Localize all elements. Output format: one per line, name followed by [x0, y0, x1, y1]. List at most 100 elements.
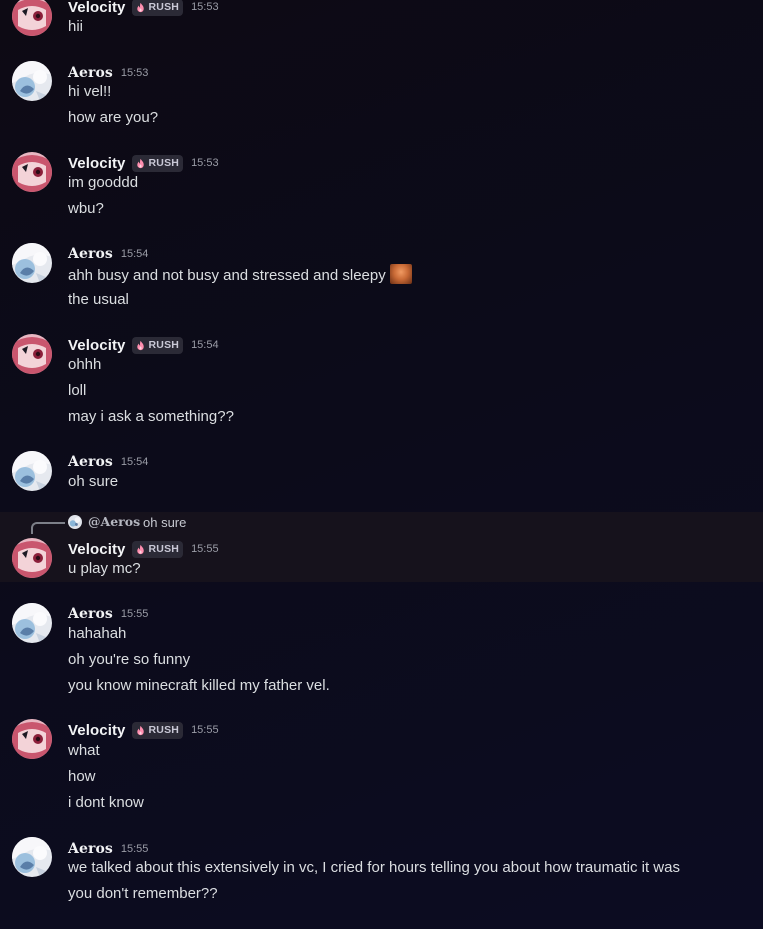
message-text: how are you? [68, 108, 158, 128]
message-text: im gooddd [68, 173, 138, 193]
message-text: i dont know [68, 793, 144, 813]
message-header: Aeros 15:53 [68, 63, 148, 83]
message-content: i dont know [68, 794, 144, 811]
username[interactable]: Aeros [68, 841, 113, 857]
message-header: Velocity RUSH 15:53 [68, 0, 219, 17]
server-tag-badge[interactable]: RUSH [131, 336, 184, 354]
message-header: Velocity RUSH 15:55 [68, 539, 219, 559]
server-tag-text: RUSH [148, 724, 180, 736]
velocity-avatar[interactable] [12, 0, 52, 36]
message-content: ahh busy and not busy and stressed and s… [68, 267, 386, 284]
message-text: u play mc? [68, 559, 141, 579]
message-header: Velocity RUSH 15:53 [68, 153, 219, 173]
username[interactable]: Velocity [68, 337, 126, 354]
username[interactable]: Velocity [68, 0, 126, 16]
flame-icon [135, 725, 146, 736]
message-header: Aeros 15:54 [68, 452, 148, 472]
message-text: ohhh [68, 355, 101, 375]
username[interactable]: Velocity [68, 541, 126, 558]
server-tag-badge[interactable]: RUSH [131, 154, 184, 172]
reply-preview-text[interactable]: oh sure [143, 515, 186, 530]
message-text: loll [68, 381, 86, 401]
message-content: what [68, 742, 100, 759]
timestamp[interactable]: 15:53 [191, 1, 219, 13]
username[interactable]: Velocity [68, 722, 126, 739]
message-content: wbu? [68, 200, 104, 217]
aeros-avatar[interactable] [12, 61, 52, 101]
message-text: may i ask a something?? [68, 407, 234, 427]
message-content: hahahah [68, 625, 127, 642]
message-header: Velocity RUSH 15:54 [68, 335, 219, 355]
username[interactable]: Aeros [68, 454, 113, 470]
message-text: how [68, 767, 96, 787]
message-text: wbu? [68, 199, 104, 219]
message-header: Velocity RUSH 15:55 [68, 720, 219, 740]
aeros-avatar[interactable] [12, 243, 52, 283]
timestamp[interactable]: 15:54 [191, 339, 219, 351]
velocity-avatar[interactable] [12, 538, 52, 578]
velocity-avatar[interactable] [12, 334, 52, 374]
message-text: hii [68, 17, 83, 37]
server-tag-badge[interactable]: RUSH [131, 540, 184, 558]
server-tag-badge[interactable]: RUSH [131, 0, 184, 16]
message-content: how [68, 768, 96, 785]
timestamp[interactable]: 15:54 [121, 248, 149, 260]
aeros-avatar[interactable] [12, 837, 52, 877]
message-text: what [68, 741, 100, 761]
message-header: Aeros 15:54 [68, 244, 148, 264]
flame-icon [135, 544, 146, 555]
message-text: hi vel!! [68, 82, 111, 102]
velocity-avatar[interactable] [12, 152, 52, 192]
message-text: we talked about this extensively in vc, … [68, 858, 680, 878]
message-text: you know minecraft killed my father vel. [68, 676, 330, 696]
reply-avatar[interactable] [68, 515, 82, 529]
aeros-avatar[interactable] [12, 603, 52, 643]
message-header: Aeros 15:55 [68, 839, 148, 859]
username[interactable]: Aeros [68, 246, 113, 262]
message-content: oh sure [68, 473, 119, 490]
server-tag-text: RUSH [148, 157, 180, 169]
reply-mention[interactable]: @Aeros [88, 514, 140, 529]
server-tag-text: RUSH [148, 339, 180, 351]
message-content: you know minecraft killed my father vel. [68, 677, 330, 694]
message-text: oh you're so funny [68, 650, 190, 670]
username[interactable]: Aeros [68, 65, 113, 81]
message-content: may i ask a something?? [68, 408, 234, 425]
message-content: hii [68, 18, 84, 35]
flame-icon [135, 340, 146, 351]
velocity-avatar[interactable] [12, 719, 52, 759]
username[interactable]: Velocity [68, 155, 126, 172]
reply-connector-icon [31, 522, 65, 534]
timestamp[interactable]: 15:55 [121, 608, 149, 620]
aeros-avatar[interactable] [12, 451, 52, 491]
message-text: hahahah [68, 624, 126, 644]
message-text: you don't remember?? [68, 884, 218, 904]
flame-icon [135, 2, 146, 13]
message-content: im gooddd [68, 174, 139, 191]
message-text: the usual [68, 290, 129, 310]
message-header: Aeros 15:55 [68, 604, 148, 624]
message-content: hi vel!! [68, 83, 112, 100]
timestamp[interactable]: 15:55 [121, 843, 149, 855]
message-content: the usual [68, 291, 129, 308]
message-content: you don't remember?? [68, 885, 218, 902]
timestamp[interactable]: 15:55 [191, 724, 219, 736]
timestamp[interactable]: 15:53 [121, 67, 149, 79]
message-content: how are you? [68, 109, 159, 126]
flame-icon [135, 158, 146, 169]
message-text: ahh busy and not busy and stressed and s… [68, 264, 412, 286]
message-content: we talked about this extensively in vc, … [68, 859, 680, 876]
server-tag-text: RUSH [148, 1, 180, 13]
timestamp[interactable]: 15:55 [191, 543, 219, 555]
timestamp[interactable]: 15:53 [191, 157, 219, 169]
face-emoji[interactable] [389, 264, 412, 284]
message-content: loll [68, 382, 87, 399]
message-content: oh you're so funny [68, 651, 191, 668]
timestamp[interactable]: 15:54 [121, 456, 149, 468]
username[interactable]: Aeros [68, 606, 113, 622]
message-content: ohhh [68, 356, 102, 373]
message-text: oh sure [68, 472, 118, 492]
message-content: u play mc? [68, 560, 141, 577]
server-tag-badge[interactable]: RUSH [131, 721, 184, 739]
server-tag-text: RUSH [148, 543, 180, 555]
